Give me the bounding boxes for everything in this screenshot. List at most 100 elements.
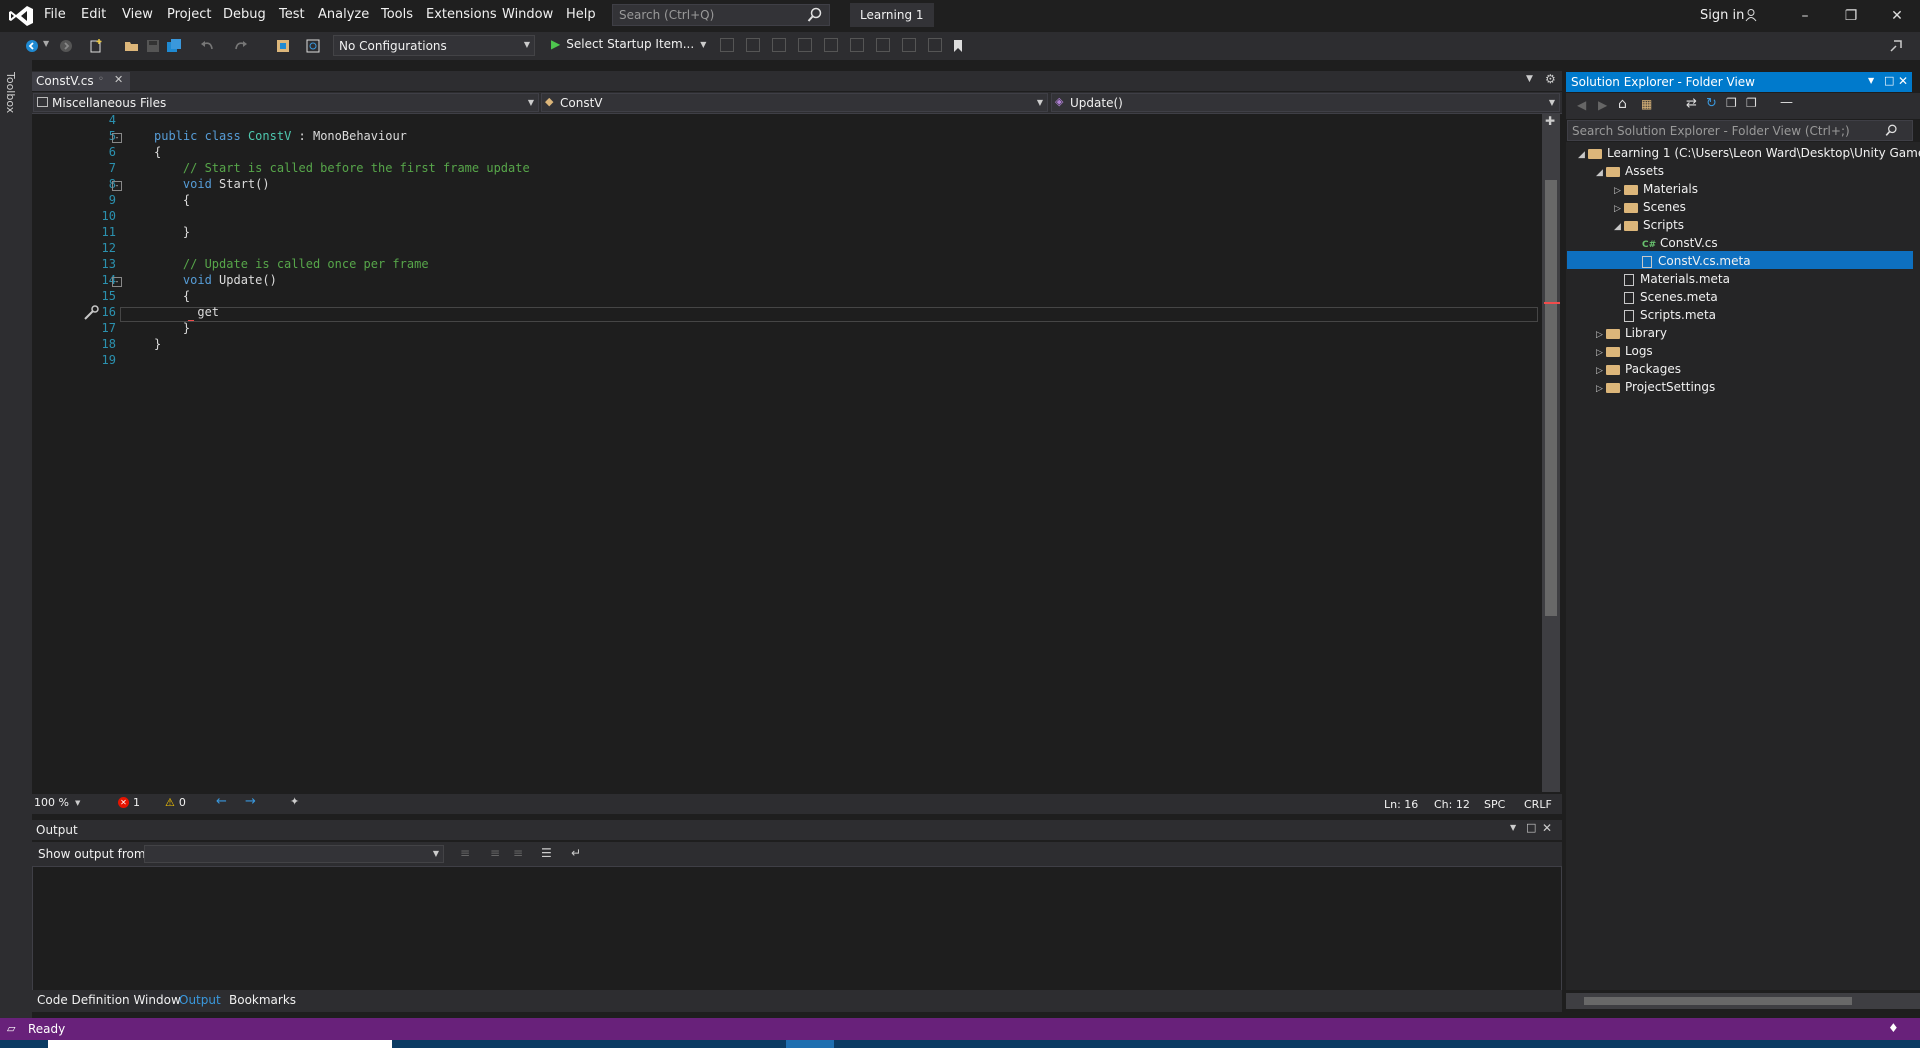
next-issue-icon[interactable]: →	[245, 794, 256, 809]
output-source-dropdown[interactable]: ▼	[144, 845, 444, 863]
member-dropdown[interactable]: ◈ Update() ▼	[1051, 93, 1560, 112]
close-panel-icon[interactable]: ✕	[1542, 821, 1552, 835]
step-out-icon[interactable]	[772, 38, 786, 52]
tab-code-definition-window[interactable]: Code Definition Window	[37, 993, 181, 1007]
screenshot-icon[interactable]	[305, 38, 321, 54]
menu-window[interactable]: Window	[502, 7, 553, 22]
menu-tools[interactable]: Tools	[381, 7, 413, 22]
gear-icon[interactable]: ⚙	[1545, 72, 1556, 86]
tree-item[interactable]: ▷ Materials	[1614, 180, 1698, 198]
spacing-indicator[interactable]: SPC	[1484, 798, 1505, 811]
tree-item[interactable]: ▷ Logs	[1596, 342, 1653, 360]
solution-explorer-search-input[interactable]: Search Solution Explorer - Folder View (…	[1567, 120, 1913, 141]
panel-menu-icon[interactable]: ▼	[1510, 823, 1516, 832]
tab-bookmarks[interactable]: Bookmarks	[229, 993, 296, 1007]
output-text-area[interactable]	[32, 866, 1562, 992]
save-icon[interactable]	[145, 38, 161, 54]
clear-all-icon[interactable]: ☰	[541, 846, 552, 860]
outdent-icon[interactable]	[876, 38, 890, 52]
panel-menu-icon[interactable]: ▼	[1868, 76, 1874, 85]
hex-display-icon[interactable]	[824, 38, 838, 52]
step-over-icon[interactable]	[746, 38, 760, 52]
menu-edit[interactable]: Edit	[81, 7, 106, 22]
save-all-icon[interactable]	[166, 38, 182, 54]
step-into-icon[interactable]	[720, 38, 734, 52]
expanded-arrow-icon[interactable]: ◢	[1578, 146, 1588, 164]
collapse-all-icon[interactable]: ❐	[1726, 96, 1737, 110]
sign-in-link[interactable]: Sign in	[1700, 8, 1744, 23]
collapse-start-icon[interactable]: -	[112, 181, 122, 191]
expanded-arrow-icon[interactable]: ◢	[1614, 218, 1624, 236]
tree-item[interactable]: Materials.meta	[1614, 270, 1730, 288]
project-dropdown[interactable]: Miscellaneous Files ▼	[33, 93, 539, 112]
sync-icon[interactable]: ⇄	[1686, 96, 1697, 111]
solution-explorer-icon[interactable]	[275, 38, 291, 54]
notifications-icon[interactable]: ♦	[1888, 1021, 1899, 1035]
tree-item[interactable]: Scenes.meta	[1614, 288, 1718, 306]
collapsed-arrow-icon[interactable]: ▷	[1596, 380, 1606, 398]
menu-test[interactable]: Test	[279, 7, 305, 22]
zoom-dropdown[interactable]: 100 % ▼	[34, 796, 80, 809]
menu-file[interactable]: File	[44, 7, 66, 22]
taskbar-app-vs[interactable]	[786, 1040, 834, 1048]
line-ending-indicator[interactable]: CRLF	[1524, 798, 1552, 811]
tab-output[interactable]: Output	[179, 993, 221, 1007]
error-count[interactable]: ✕ 1	[118, 796, 140, 809]
solution-configuration-dropdown[interactable]: No Configurations ▼	[333, 35, 535, 56]
properties-icon[interactable]: —	[1780, 95, 1793, 110]
toolbox-tab[interactable]: Toolbox	[4, 72, 17, 113]
pin-panel-icon[interactable]: □	[1884, 74, 1894, 87]
switch-views-icon[interactable]: ▦	[1641, 97, 1652, 111]
undo-icon[interactable]	[199, 38, 215, 54]
back-icon[interactable]: ◀	[1577, 98, 1586, 112]
minimize-button[interactable]: –	[1782, 0, 1828, 32]
previous-message-icon[interactable]: ≡	[490, 846, 500, 860]
account-icon[interactable]	[1745, 8, 1759, 22]
char-indicator[interactable]: Ch: 12	[1434, 798, 1470, 811]
code-cleanup-icon[interactable]: ✦	[290, 795, 299, 808]
menu-debug[interactable]: Debug	[223, 7, 266, 22]
menu-view[interactable]: View	[122, 7, 153, 22]
search-input[interactable]: Search (Ctrl+Q)	[612, 4, 830, 26]
comment-icon[interactable]	[902, 38, 916, 52]
split-editor-icon[interactable]: ✚	[1545, 114, 1555, 128]
warning-count[interactable]: ⚠ 0	[165, 796, 186, 809]
expanded-arrow-icon[interactable]: ◢	[1596, 164, 1606, 182]
back-dropdown-icon[interactable]: ▼	[43, 39, 49, 48]
pin-icon[interactable]: ◦	[98, 74, 104, 85]
open-file-icon[interactable]	[124, 38, 140, 54]
forward-icon[interactable]: ▶	[1598, 98, 1607, 112]
uncomment-icon[interactable]	[928, 38, 942, 52]
bookmark-icon[interactable]	[950, 38, 966, 54]
forward-icon[interactable]	[58, 38, 74, 54]
previous-issue-icon[interactable]: ←	[216, 794, 227, 809]
close-tab-icon[interactable]: ✕	[114, 73, 123, 86]
tree-item[interactable]: Scripts.meta	[1614, 306, 1716, 324]
tree-item[interactable]: ▷ Library	[1596, 324, 1667, 342]
home-icon[interactable]: ⌂	[1618, 96, 1627, 112]
collapse-update-icon[interactable]: -	[112, 277, 122, 287]
menu-extensions[interactable]: Extensions	[426, 7, 497, 22]
show-all-files-icon[interactable]: ❐	[1746, 96, 1757, 110]
menu-help[interactable]: Help	[566, 7, 596, 22]
tab-list-dropdown-icon[interactable]: ▼	[1526, 74, 1533, 84]
back-icon[interactable]	[24, 38, 40, 54]
menu-analyze[interactable]: Analyze	[318, 7, 369, 22]
tree-item[interactable]: ▷ Packages	[1596, 360, 1681, 378]
tree-item[interactable]: ▷ ProjectSettings	[1596, 378, 1715, 396]
tree-item[interactable]: ▷ Scenes	[1614, 198, 1686, 216]
close-button[interactable]: ✕	[1874, 0, 1920, 32]
tree-item[interactable]: ConstV.cs.meta	[1632, 252, 1751, 270]
word-wrap-icon[interactable]: ↵	[571, 846, 581, 860]
restore-button[interactable]: ❐	[1828, 0, 1874, 32]
redo-icon[interactable]	[233, 38, 249, 54]
document-tab[interactable]: ConstV.cs ◦ ✕	[32, 72, 130, 91]
show-next-statement-icon[interactable]	[798, 38, 812, 52]
tree-item[interactable]: ◢ Learning 1 (C:\Users\Leon Ward\Desktop\…	[1578, 144, 1920, 162]
tree-item[interactable]: ◢ Assets	[1596, 162, 1664, 180]
collapse-class-icon[interactable]: -	[112, 133, 122, 143]
pin-panel-icon[interactable]: □	[1526, 821, 1536, 834]
close-panel-icon[interactable]: ✕	[1898, 74, 1908, 88]
quick-actions-icon[interactable]	[82, 304, 100, 322]
type-dropdown[interactable]: ◆ ConstV ▼	[541, 93, 1048, 112]
